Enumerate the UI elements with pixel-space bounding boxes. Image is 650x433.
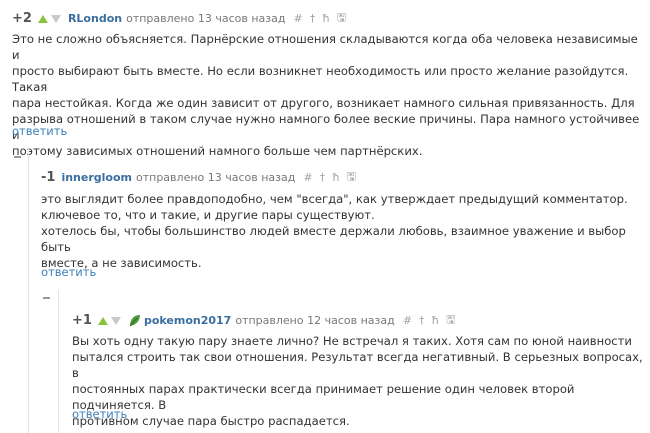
save-icon[interactable]: 🖫 xyxy=(446,311,455,330)
leaf-icon xyxy=(129,315,140,327)
downvote-icon[interactable] xyxy=(50,14,61,23)
comment-header: +1 pokemon2017 отправлено 12 часов назад… xyxy=(72,311,462,330)
h-bar-icon[interactable]: ħ xyxy=(332,171,340,184)
upvote-icon[interactable] xyxy=(37,14,48,23)
comment-author[interactable]: innergloom xyxy=(61,171,132,184)
dagger-icon[interactable]: † xyxy=(320,171,326,184)
collapse-toggle[interactable] xyxy=(14,156,21,158)
hash-icon[interactable]: # xyxy=(303,171,312,184)
save-icon[interactable]: 🖫 xyxy=(337,9,346,28)
comment-rating: -1 xyxy=(41,170,56,185)
comment-header: -1 innergloom отправлено 13 часов назад … xyxy=(41,168,363,187)
comment-header: +2 RLondon отправлено 13 часов назад # †… xyxy=(12,9,353,28)
comment-time: отправлено 13 часов назад xyxy=(126,12,286,25)
comment-text: это выглядит более правдоподобно, чем "в… xyxy=(41,192,628,270)
thread-line xyxy=(58,290,59,433)
dagger-icon[interactable]: † xyxy=(310,12,316,25)
comment-time: отправлено 12 часов назад xyxy=(235,314,395,327)
thread-line xyxy=(28,148,29,433)
comment-rating: +2 xyxy=(12,11,32,26)
hash-icon[interactable]: # xyxy=(403,314,412,327)
reply-link[interactable]: ответить xyxy=(72,407,127,421)
collapse-toggle[interactable] xyxy=(43,297,50,299)
comment-text: Вы хоть одну такую пару знаете лично? Не… xyxy=(72,334,643,428)
upvote-icon[interactable] xyxy=(97,316,108,325)
comment-author[interactable]: RLondon xyxy=(68,12,122,25)
reply-link[interactable]: ответить xyxy=(12,124,67,138)
reply-link[interactable]: ответить xyxy=(41,265,96,279)
downvote-icon[interactable] xyxy=(110,316,121,325)
hash-icon[interactable]: # xyxy=(293,12,302,25)
comment-text: Это не сложно объясняется. Парнёрские от… xyxy=(12,32,640,158)
dagger-icon[interactable]: † xyxy=(419,314,425,327)
comment-author[interactable]: pokemon2017 xyxy=(144,314,231,327)
comment-rating: +1 xyxy=(72,313,92,328)
h-bar-icon[interactable]: ħ xyxy=(322,12,330,25)
h-bar-icon[interactable]: ħ xyxy=(431,314,439,327)
save-icon[interactable]: 🖫 xyxy=(347,168,356,187)
comment-time: отправлено 13 часов назад xyxy=(136,171,296,184)
